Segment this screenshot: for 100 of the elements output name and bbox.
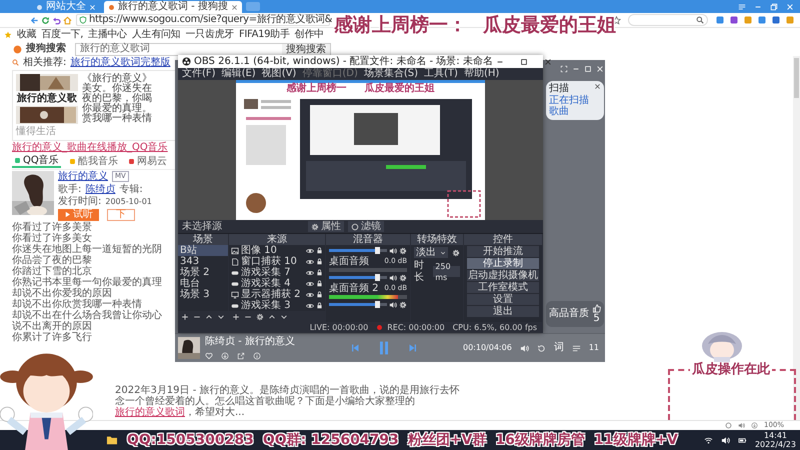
site-logo[interactable]: 搜狗搜索 (26, 43, 66, 55)
volume-icon[interactable] (520, 344, 529, 352)
result-title-link[interactable]: 旅行的意义_歌曲在线播放_QQ音乐 (12, 142, 177, 154)
bookmark-link[interactable]: 主播中心 (88, 28, 127, 40)
bookmark-link[interactable]: FIFA19助手 (238, 28, 290, 40)
down-icon[interactable] (217, 312, 225, 320)
folder-icon[interactable] (106, 434, 118, 446)
gear-icon[interactable] (399, 274, 407, 282)
related-link[interactable]: 旅行的意义歌词完整版 (70, 57, 170, 68)
speaker-icon[interactable] (389, 274, 397, 282)
clock-date[interactable]: 2022/4/23 (754, 440, 796, 449)
scrollbar-thumb[interactable] (794, 58, 799, 98)
notification-text[interactable]: 正在扫描歌曲 (549, 94, 592, 118)
lock-icon[interactable] (316, 247, 323, 254)
clock-time[interactable]: 14:41 (754, 431, 796, 440)
scene-item[interactable]: 场景 3 (178, 289, 228, 300)
close-icon[interactable] (544, 58, 552, 66)
control-button[interactable]: 退出 (467, 306, 539, 317)
bookmark-link[interactable]: 人生有问知 (132, 28, 180, 40)
refresh-icon[interactable] (41, 16, 50, 24)
search-icon[interactable] (696, 16, 704, 24)
source-item[interactable]: 游戏采集 7 (229, 267, 325, 278)
scene-item[interactable]: 场景 2 (178, 267, 228, 278)
eye-icon[interactable] (306, 302, 314, 310)
slider-thumb[interactable] (375, 301, 380, 308)
result-link[interactable]: 旅行的意义歌词 (115, 407, 185, 418)
wifi-icon[interactable] (704, 436, 713, 444)
song-title-link[interactable]: 旅行的意义 (58, 171, 108, 182)
scrollbar[interactable] (793, 56, 800, 420)
back-icon[interactable] (30, 16, 39, 24)
up-icon[interactable] (268, 312, 276, 320)
search-button[interactable]: 搜狗搜索 (282, 44, 330, 54)
share-icon[interactable] (237, 352, 245, 360)
menu-item[interactable]: 工具(T) (424, 68, 458, 80)
control-button[interactable]: 设置 (467, 294, 539, 305)
music-tab[interactable]: 酷我音乐 (66, 154, 120, 168)
control-button[interactable]: 启动虚拟摄像机 (467, 270, 539, 281)
control-button[interactable]: 开始推流 (467, 246, 539, 257)
gear-icon[interactable] (256, 312, 264, 320)
info-icon[interactable] (253, 352, 261, 360)
menu-item[interactable]: 文件(F) (182, 68, 216, 80)
menu-item[interactable]: 场景集合(S) (364, 68, 418, 80)
slider-thumb[interactable] (375, 274, 380, 281)
lock-icon[interactable] (316, 302, 323, 309)
toolbar-button[interactable]: 滤镜 (348, 221, 384, 232)
menu-item[interactable]: 编辑(E) (222, 68, 256, 80)
address-field[interactable]: https://www.sogou.com/sie?query=旅行的意义歌词& (76, 14, 330, 26)
slider-thumb[interactable] (375, 247, 380, 254)
lock-icon[interactable] (316, 291, 323, 298)
lock-icon[interactable] (316, 280, 323, 287)
loop-icon[interactable] (536, 344, 546, 352)
music-tab[interactable]: 网易云 (126, 154, 169, 168)
browser-tab[interactable]: 旅行的意义歌词 - 搜狗搜 (104, 1, 242, 13)
gear-icon[interactable] (399, 246, 407, 254)
source-item[interactable]: 游戏采集 4 (229, 278, 325, 289)
add-icon[interactable] (181, 312, 189, 320)
toolbar-button[interactable]: 属性 (308, 221, 344, 232)
control-button[interactable]: 停止录制 (467, 258, 539, 269)
bookmark-link[interactable]: 一只齿虎牙 (185, 28, 234, 40)
gear-icon[interactable] (452, 248, 460, 256)
menu-item[interactable]: 视图(V) (262, 68, 296, 80)
source-item[interactable]: 图像 10 (229, 245, 325, 256)
menu-item[interactable]: 帮助(H) (464, 68, 500, 80)
source-item[interactable]: 游戏采集 3 (229, 300, 325, 311)
eye-icon[interactable] (306, 258, 314, 266)
eye-icon[interactable] (306, 268, 314, 276)
speaker-icon[interactable] (720, 436, 730, 444)
speaker-icon[interactable] (389, 300, 397, 308)
bookmark-link[interactable]: 收藏 (17, 28, 36, 40)
music-tab[interactable]: QQ音乐 (12, 154, 61, 168)
fullscreen-icon[interactable] (560, 65, 568, 73)
eye-icon[interactable] (306, 246, 314, 254)
lock-icon[interactable] (316, 258, 323, 265)
quality-button[interactable]: 高品音质 5 (546, 300, 604, 327)
down-icon[interactable] (280, 312, 288, 320)
control-button[interactable]: 工作室模式 (467, 282, 539, 293)
search-field[interactable] (628, 14, 708, 26)
scene-item[interactable]: 电台 (178, 278, 228, 289)
bookmark-link[interactable]: 百度一下, (41, 28, 84, 40)
battery-icon[interactable] (738, 436, 747, 444)
add-icon[interactable] (232, 312, 240, 320)
singer-link[interactable]: 陈绮贞 (85, 184, 116, 195)
source-item[interactable]: 窗口捕获 10 (229, 256, 325, 267)
undo-icon[interactable] (52, 16, 61, 24)
bookmark-link[interactable]: 创作中 (294, 28, 324, 40)
source-item[interactable]: 显示器捕获 2 (229, 289, 325, 300)
eye-icon[interactable] (306, 290, 314, 298)
transition-select[interactable]: 淡出 (414, 247, 448, 258)
scene-item[interactable]: B站 (178, 245, 228, 256)
restore-icon[interactable] (770, 2, 778, 10)
lyrics-button[interactable]: 词 (554, 342, 564, 354)
speaker-icon[interactable] (389, 246, 397, 254)
heart-icon[interactable] (205, 352, 213, 360)
up-icon[interactable] (205, 312, 213, 320)
playlist-icon[interactable] (572, 344, 581, 352)
maximize-icon[interactable] (520, 58, 528, 66)
gear-icon[interactable] (399, 300, 407, 308)
lock-icon[interactable] (316, 269, 323, 276)
scene-item[interactable]: 343 (178, 256, 228, 267)
download-icon[interactable] (750, 422, 758, 429)
